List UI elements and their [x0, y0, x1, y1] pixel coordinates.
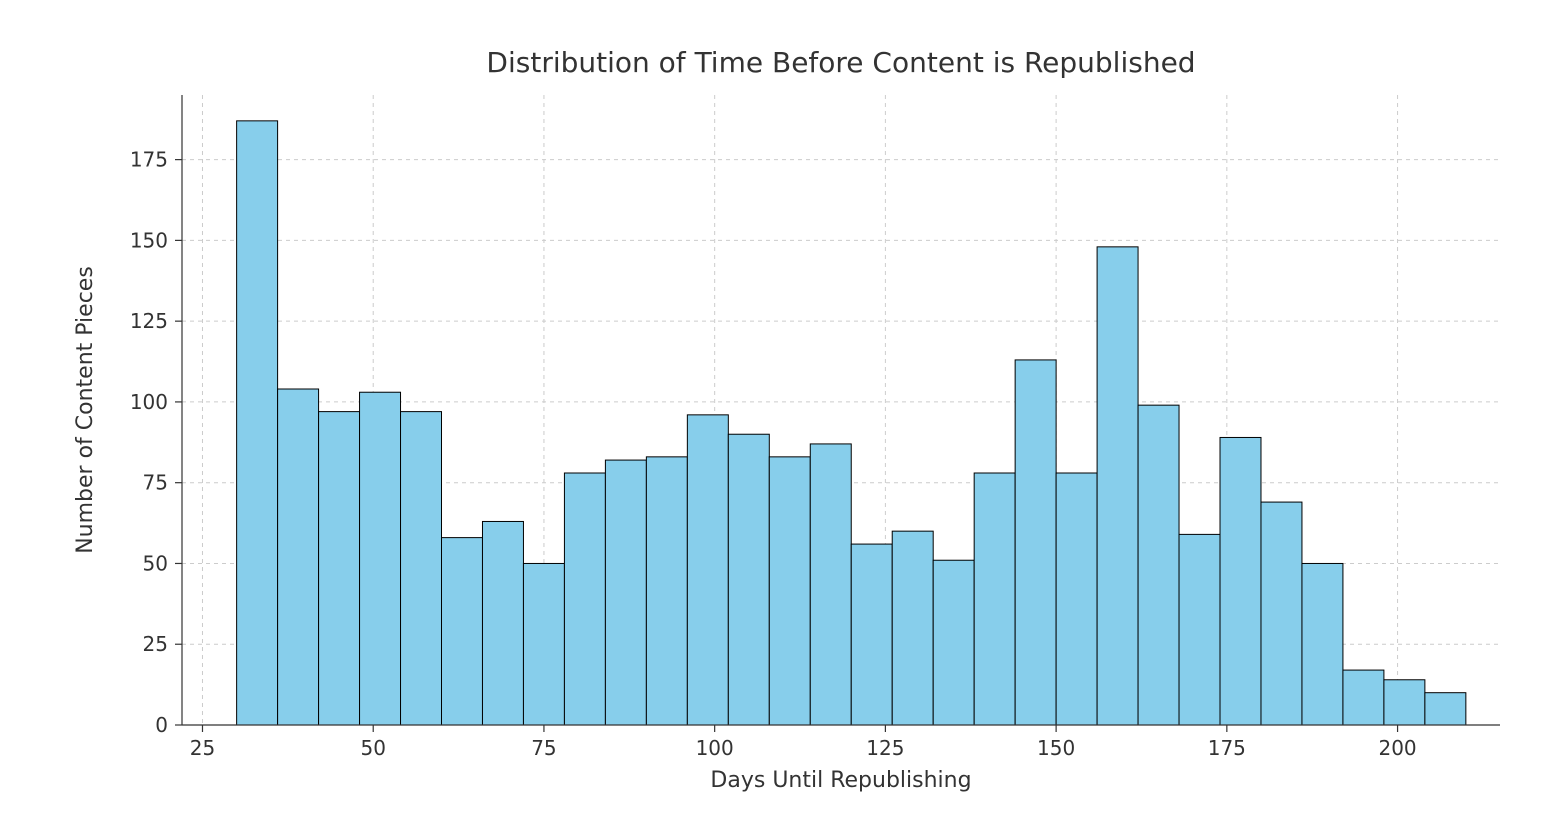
histogram-bar — [523, 563, 564, 725]
x-tick-label: 125 — [866, 736, 904, 760]
histogram-bar — [974, 473, 1015, 725]
histogram-bar — [1261, 502, 1302, 725]
x-tick-label: 75 — [531, 736, 556, 760]
y-tick-label: 150 — [130, 228, 168, 252]
histogram-bar — [1015, 360, 1056, 725]
histogram-bar — [1138, 405, 1179, 725]
histogram-bar — [1343, 670, 1384, 725]
histogram-bar — [237, 121, 278, 725]
histogram-bar — [319, 412, 360, 725]
histogram-bar — [769, 457, 810, 725]
y-axis-label: Number of Content Pieces — [73, 266, 98, 554]
x-tick-label: 200 — [1378, 736, 1416, 760]
y-tick-label: 50 — [143, 551, 168, 575]
histogram-bar — [482, 521, 523, 725]
histogram-bar — [933, 560, 974, 725]
histogram-bar — [1384, 680, 1425, 725]
histogram-bar — [360, 392, 401, 725]
histogram-bar — [401, 412, 442, 725]
chart-title: Distribution of Time Before Content is R… — [486, 46, 1195, 79]
y-tick-label: 25 — [143, 632, 168, 656]
histogram-chart: 25 50 75 100 125 150 175 200 0 25 50 75 100 125 150 175… — [0, 0, 1558, 828]
histogram-bar — [728, 434, 769, 725]
x-tick-label: 25 — [190, 736, 215, 760]
x-axis-label: Days Until Republishing — [710, 768, 971, 793]
x-tick-label: 175 — [1208, 736, 1246, 760]
histogram-bar — [605, 460, 646, 725]
histogram-bar — [646, 457, 687, 725]
histogram-bar — [278, 389, 319, 725]
histogram-bar — [1097, 247, 1138, 725]
histogram-bar — [687, 415, 728, 725]
histogram-bar — [1056, 473, 1097, 725]
y-tick-label: 175 — [130, 148, 168, 172]
histogram-bar — [1302, 563, 1343, 725]
x-tick-label: 100 — [696, 736, 734, 760]
histogram-bar — [1220, 437, 1261, 725]
histogram-bar — [810, 444, 851, 725]
histogram-bar — [1179, 534, 1220, 725]
y-tick-label: 75 — [143, 471, 168, 495]
y-tick-label: 125 — [130, 309, 168, 333]
x-tick-label: 150 — [1037, 736, 1075, 760]
y-tick-label: 100 — [130, 390, 168, 414]
histogram-bar — [1425, 693, 1466, 725]
histogram-bar — [851, 544, 892, 725]
y-tick-label: 0 — [155, 713, 168, 737]
chart-container: 25 50 75 100 125 150 175 200 0 25 50 75 100 125 150 175… — [0, 0, 1558, 828]
histogram-bar — [442, 538, 483, 725]
histogram-bar — [892, 531, 933, 725]
x-tick-label: 50 — [360, 736, 385, 760]
histogram-bar — [564, 473, 605, 725]
